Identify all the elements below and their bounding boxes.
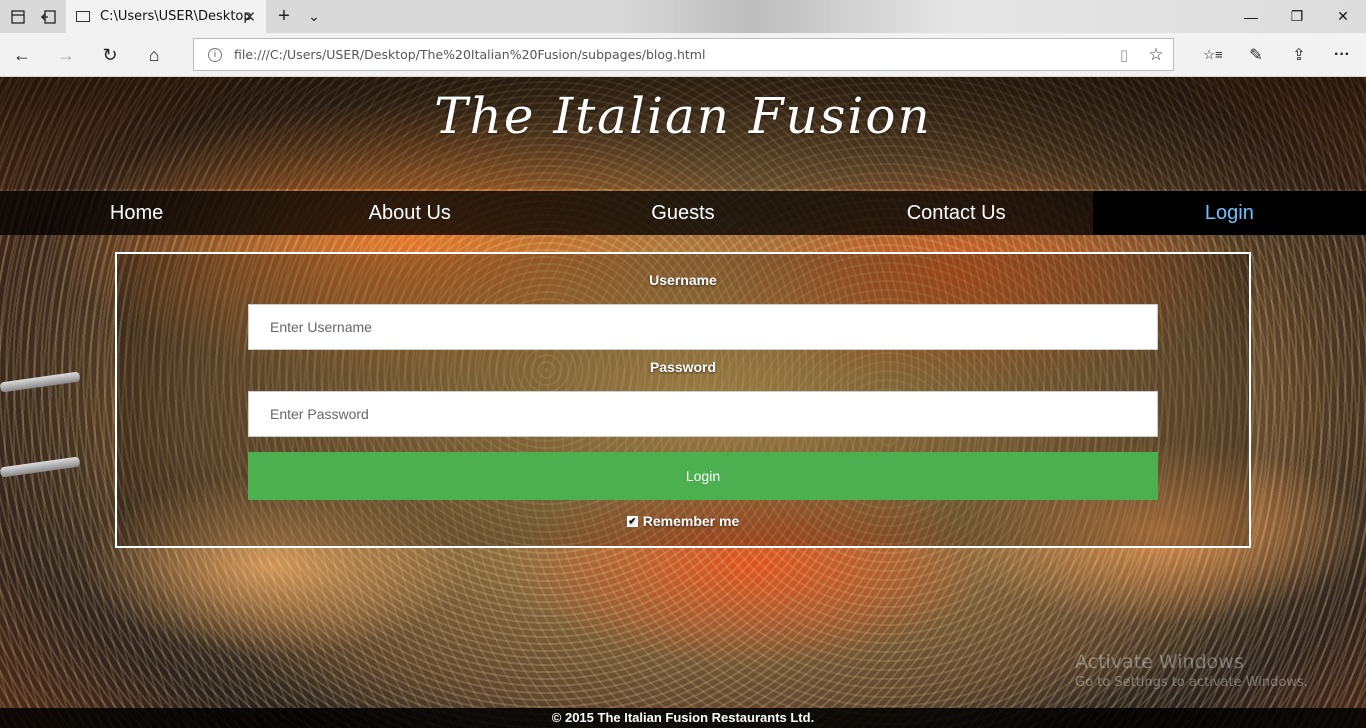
menu-item-home[interactable]: Home bbox=[0, 191, 273, 235]
reading-view-icon[interactable]: ▯ bbox=[1109, 46, 1139, 64]
address-bar[interactable]: i file:///C:/Users/USER/Desktop/The%20It… bbox=[193, 38, 1174, 71]
tab-current[interactable]: C:\Users\USER\Desktop ✕ bbox=[66, 0, 266, 33]
hub-icon[interactable]: ☆≡ bbox=[1195, 39, 1231, 71]
close-window-icon[interactable]: ✕ bbox=[1320, 0, 1366, 33]
pan-handle-decoration bbox=[0, 371, 81, 393]
menu-item-login[interactable]: Login bbox=[1092, 191, 1366, 235]
footer: © 2015 The Italian Fusion Restaurants Lt… bbox=[0, 708, 1366, 728]
main-menu: Home About Us Guests Contact Us Login bbox=[0, 191, 1366, 235]
set-aside-icon[interactable] bbox=[32, 0, 64, 33]
menu-item-guests[interactable]: Guests bbox=[546, 191, 819, 235]
menu-item-contact-us[interactable]: Contact Us bbox=[820, 191, 1093, 235]
tab-title: C:\Users\USER\Desktop bbox=[100, 9, 252, 24]
more-icon[interactable]: ··· bbox=[1324, 39, 1360, 71]
password-label: Password bbox=[649, 359, 717, 375]
activate-windows-watermark: Activate Windows Go to Settings to activ… bbox=[1075, 651, 1308, 690]
share-icon[interactable]: ⇪ bbox=[1281, 39, 1317, 71]
forward-icon[interactable]: → bbox=[50, 39, 82, 71]
browser-tab-bar: C:\Users\USER\Desktop ✕ + ⌄ — ❐ ✕ bbox=[0, 0, 1366, 33]
login-button[interactable]: Login bbox=[248, 452, 1158, 500]
refresh-icon[interactable]: ↻ bbox=[94, 39, 126, 71]
remember-me-label: Remember me bbox=[642, 513, 740, 529]
menu-item-about-us[interactable]: About Us bbox=[273, 191, 546, 235]
page-icon bbox=[76, 11, 90, 22]
notes-pen-icon[interactable]: ✎ bbox=[1238, 39, 1274, 71]
favorite-star-icon[interactable]: ☆ bbox=[1139, 45, 1173, 65]
username-label: Username bbox=[649, 272, 717, 288]
watermark-line-1: Activate Windows bbox=[1075, 651, 1244, 673]
restore-icon[interactable]: ❐ bbox=[1274, 0, 1320, 33]
remember-me[interactable]: ✔ Remember me bbox=[117, 513, 1249, 529]
url-text[interactable]: file:///C:/Users/USER/Desktop/The%20Ital… bbox=[234, 47, 1109, 62]
close-tab-icon[interactable]: ✕ bbox=[243, 8, 256, 26]
back-icon[interactable]: ← bbox=[6, 39, 38, 71]
minimize-icon[interactable]: — bbox=[1228, 0, 1274, 33]
tab-menu-chevron-icon[interactable]: ⌄ bbox=[298, 0, 330, 33]
home-icon[interactable]: ⌂ bbox=[138, 39, 170, 71]
username-input[interactable] bbox=[248, 304, 1158, 350]
new-tab-icon[interactable]: + bbox=[268, 0, 300, 33]
info-icon[interactable]: i bbox=[208, 47, 222, 62]
tab-list-icon[interactable] bbox=[2, 0, 34, 33]
page-content: The Italian Fusion Home About Us Guests … bbox=[0, 77, 1366, 728]
site-logo[interactable]: The Italian Fusion bbox=[0, 87, 1366, 145]
password-input[interactable] bbox=[248, 391, 1158, 437]
browser-nav-bar: ← → ↻ ⌂ i file:///C:/Users/USER/Desktop/… bbox=[0, 33, 1366, 77]
watermark-line-2: Go to Settings to activate Windows. bbox=[1075, 675, 1308, 690]
pan-handle-decoration bbox=[0, 456, 81, 478]
remember-me-checkbox[interactable]: ✔ bbox=[626, 515, 638, 527]
login-form: Username Password Login ✔ Remember me bbox=[115, 252, 1251, 548]
